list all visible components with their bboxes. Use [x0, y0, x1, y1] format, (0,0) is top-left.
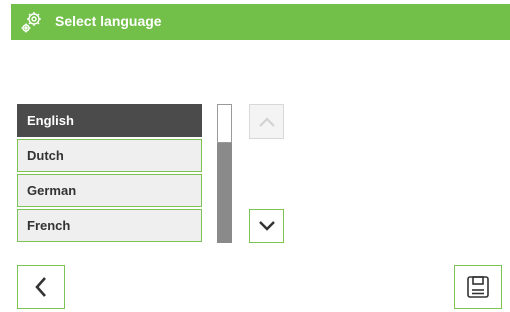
language-item-dutch[interactable]: Dutch: [17, 139, 202, 172]
language-item-english[interactable]: English: [17, 104, 202, 137]
title-bar: Select language: [11, 4, 510, 40]
language-list: English Dutch German French: [17, 104, 202, 244]
scrollbar-track[interactable]: [217, 104, 232, 243]
chevron-up-icon: [258, 116, 275, 127]
page-title: Select language: [55, 13, 162, 29]
scrollbar-thumb[interactable]: [217, 104, 232, 143]
back-button[interactable]: [17, 265, 65, 309]
floppy-disk-icon: [467, 276, 489, 298]
chevron-down-icon: [258, 221, 275, 231]
scroll-up-button[interactable]: [249, 104, 284, 139]
chevron-left-icon: [35, 277, 46, 297]
language-item-german[interactable]: German: [17, 174, 202, 207]
scroll-down-button[interactable]: [249, 209, 284, 243]
language-item-french[interactable]: French: [17, 209, 202, 242]
gear-icon: [21, 12, 41, 33]
save-button[interactable]: [454, 265, 502, 309]
